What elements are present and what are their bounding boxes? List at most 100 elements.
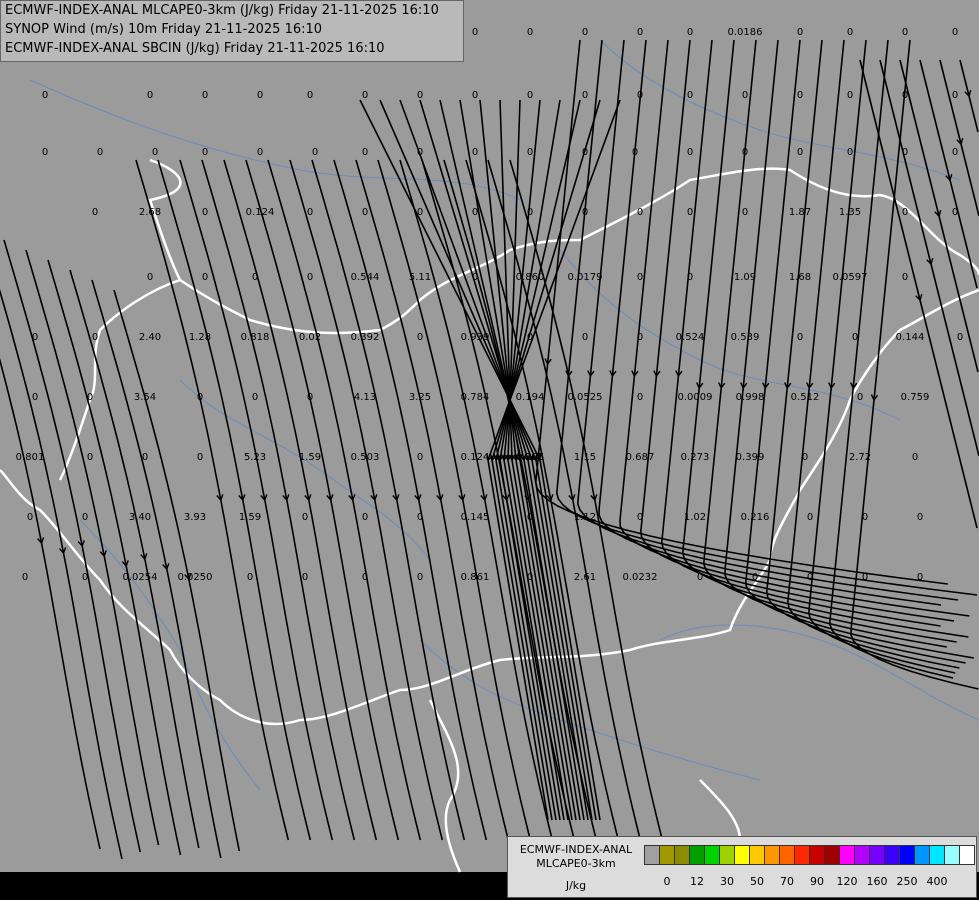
sbcin-value: 0.503 bbox=[351, 452, 380, 463]
sbcin-value: 3.25 bbox=[409, 392, 431, 403]
sbcin-value: 1.35 bbox=[839, 207, 861, 218]
sbcin-value: 0 bbox=[797, 332, 803, 343]
legend-swatch bbox=[944, 845, 960, 865]
map-background bbox=[0, 0, 979, 872]
sbcin-value: 0 bbox=[472, 27, 478, 38]
header-line-sbcin: ECMWF-INDEX-ANAL SBCIN (J/kg) Friday 21-… bbox=[5, 41, 385, 56]
sbcin-value: 0 bbox=[527, 512, 533, 523]
sbcin-value: 0.0186 bbox=[728, 27, 763, 38]
header-line-mlcape: ECMWF-INDEX-ANAL MLCAPE0-3km (J/kg) Frid… bbox=[5, 3, 439, 18]
sbcin-value: 0 bbox=[42, 90, 48, 101]
legend-tick-label: 50 bbox=[750, 875, 764, 888]
color-legend: ECMWF-INDEX-ANAL MLCAPE0-3km J/kg 0 12 30 5… bbox=[507, 836, 977, 898]
sbcin-value: 0 bbox=[527, 147, 533, 158]
sbcin-value: 0 bbox=[902, 147, 908, 158]
sbcin-value: 3.40 bbox=[129, 512, 151, 523]
sbcin-value: 0.194 bbox=[516, 392, 545, 403]
sbcin-value: 0.399 bbox=[736, 452, 765, 463]
legend-swatch bbox=[689, 845, 705, 865]
sbcin-value: 0.0254 bbox=[123, 572, 158, 583]
sbcin-value: 0 bbox=[417, 207, 423, 218]
sbcin-value: 0 bbox=[902, 27, 908, 38]
sbcin-value: 0 bbox=[92, 332, 98, 343]
sbcin-value: 4.13 bbox=[354, 392, 376, 403]
sbcin-value: 0.860 bbox=[516, 272, 545, 283]
legend-tick-label: 160 bbox=[866, 875, 888, 888]
sbcin-value: 0 bbox=[917, 572, 923, 583]
legend-tick-label: 250 bbox=[896, 875, 918, 888]
sbcin-value: 0 bbox=[797, 90, 803, 101]
sbcin-value: 0 bbox=[27, 512, 33, 523]
sbcin-value: 0 bbox=[362, 572, 368, 583]
sbcin-value: 0 bbox=[902, 90, 908, 101]
sbcin-value: 0 bbox=[752, 572, 758, 583]
legend-swatch bbox=[959, 845, 975, 865]
sbcin-value: 0 bbox=[472, 90, 478, 101]
sbcin-value: 0.524 bbox=[676, 332, 705, 343]
sbcin-value: 0 bbox=[847, 90, 853, 101]
sbcin-value: 0 bbox=[202, 272, 208, 283]
sbcin-value: 0.801 bbox=[16, 452, 45, 463]
sbcin-value: 0.0179 bbox=[568, 272, 603, 283]
sbcin-value: 0 bbox=[257, 147, 263, 158]
sbcin-value: 1.59 bbox=[239, 512, 261, 523]
sbcin-value: 0 bbox=[857, 392, 863, 403]
sbcin-value: 0.759 bbox=[901, 392, 930, 403]
sbcin-value: 0 bbox=[687, 90, 693, 101]
legend-swatch bbox=[719, 845, 735, 865]
sbcin-value: 0 bbox=[952, 147, 958, 158]
legend-tick-label: 0 bbox=[663, 875, 671, 888]
sbcin-value: 0 bbox=[32, 392, 38, 403]
sbcin-value: 0.861 bbox=[461, 572, 490, 583]
sbcin-value: 0.687 bbox=[626, 452, 655, 463]
legend-tick-label: 120 bbox=[836, 875, 858, 888]
sbcin-value: 0 bbox=[247, 572, 253, 583]
legend-swatch bbox=[914, 845, 930, 865]
sbcin-value: 0 bbox=[417, 90, 423, 101]
sbcin-value: 0 bbox=[97, 147, 103, 158]
legend-swatch bbox=[824, 845, 840, 865]
sbcin-value: 0 bbox=[912, 452, 918, 463]
sbcin-value: 0 bbox=[197, 392, 203, 403]
sbcin-value: 0 bbox=[202, 207, 208, 218]
sbcin-value: 0.939 bbox=[461, 332, 490, 343]
sbcin-value: 0.818 bbox=[241, 332, 270, 343]
sbcin-value: 2.68 bbox=[139, 207, 161, 218]
sbcin-value: 0 bbox=[527, 572, 533, 583]
sbcin-value: 0 bbox=[847, 147, 853, 158]
sbcin-value: 0 bbox=[362, 512, 368, 523]
sbcin-value: 0.0232 bbox=[623, 572, 658, 583]
sbcin-value: 0 bbox=[307, 90, 313, 101]
sbcin-value: 0 bbox=[302, 572, 308, 583]
legend-swatch bbox=[734, 845, 750, 865]
sbcin-value: 0.0525 bbox=[568, 392, 603, 403]
sbcin-value: 0.144 bbox=[896, 332, 925, 343]
legend-swatch bbox=[809, 845, 825, 865]
sbcin-value: 0.0250 bbox=[178, 572, 213, 583]
sbcin-value: 0 bbox=[637, 207, 643, 218]
legend-title: ECMWF-INDEX-ANAL MLCAPE0-3km bbox=[512, 843, 640, 871]
sbcin-value: 0 bbox=[142, 452, 148, 463]
sbcin-value: 0 bbox=[417, 512, 423, 523]
sbcin-value: 0 bbox=[902, 272, 908, 283]
legend-swatch bbox=[854, 845, 870, 865]
sbcin-value: 0 bbox=[362, 207, 368, 218]
sbcin-value: 0.124 bbox=[461, 452, 490, 463]
sbcin-value: 0 bbox=[952, 27, 958, 38]
sbcin-value: 0.784 bbox=[461, 392, 490, 403]
legend-swatch bbox=[644, 845, 660, 865]
legend-title-field: MLCAPE0-3km bbox=[536, 857, 616, 870]
map-header: ECMWF-INDEX-ANAL MLCAPE0-3km (J/kg) Frid… bbox=[0, 0, 464, 62]
sbcin-value: 0 bbox=[82, 512, 88, 523]
sbcin-value: 0 bbox=[637, 272, 643, 283]
sbcin-value: 2.40 bbox=[139, 332, 161, 343]
sbcin-value: 0 bbox=[472, 272, 478, 283]
sbcin-value: 0 bbox=[687, 27, 693, 38]
sbcin-value: 1.02 bbox=[684, 512, 706, 523]
sbcin-value: 0 bbox=[952, 207, 958, 218]
sbcin-value: 0 bbox=[797, 27, 803, 38]
weather-map: 0 0 0 0 0 0.0186 0 0 0 0 0 0 0 0 0 0 0 0 0 0 0 0 0 0 0 0 0 0 0 0 0 0 0 0 0… bbox=[0, 0, 979, 873]
sbcin-value: 0 bbox=[582, 90, 588, 101]
sbcin-value: 0 bbox=[797, 147, 803, 158]
sbcin-value: 0 bbox=[362, 90, 368, 101]
